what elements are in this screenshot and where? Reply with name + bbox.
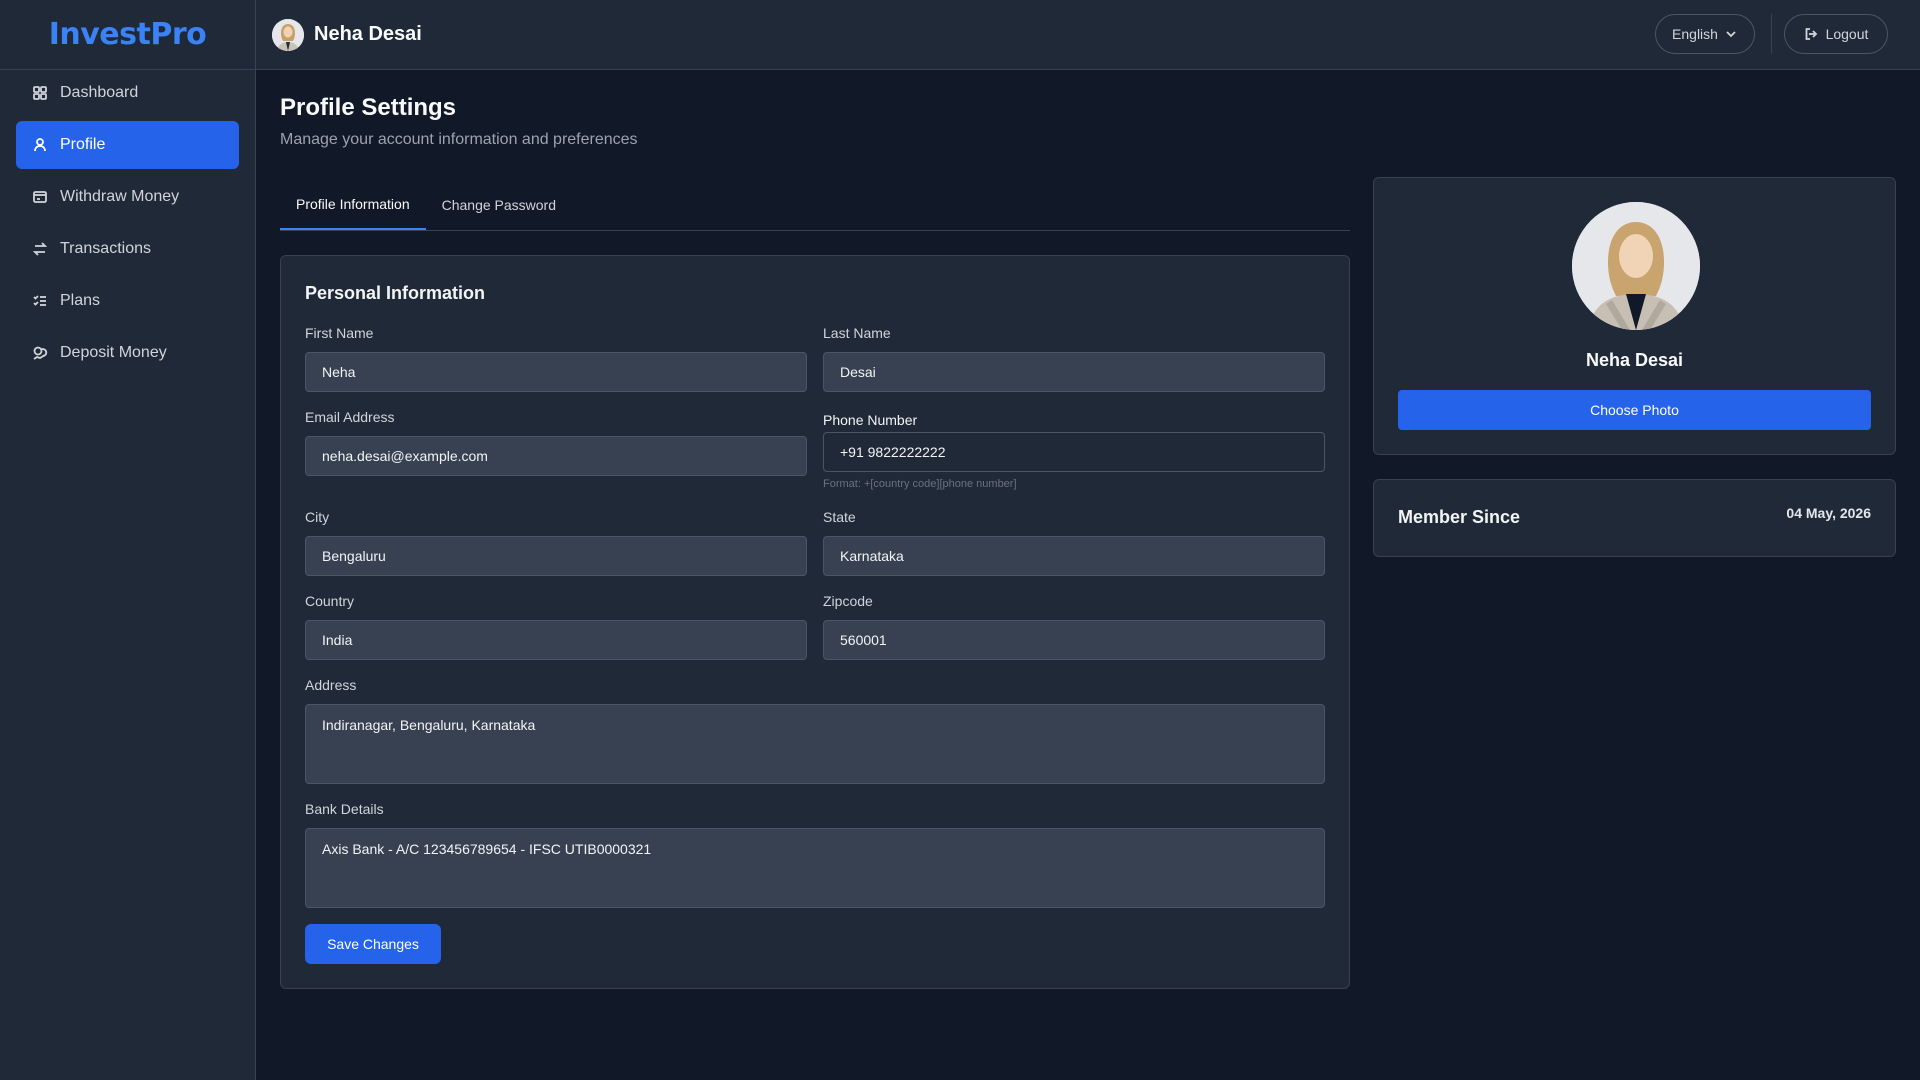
first-name-field[interactable]: Neha — [305, 352, 807, 392]
section-title: Personal Information — [305, 283, 486, 303]
member-since-label: Member Since — [1398, 507, 1521, 527]
brand-logo[interactable]: InvestPro — [49, 17, 207, 52]
page-subtitle: Manage your account information and pref… — [280, 131, 638, 148]
address-textarea[interactable]: Indiranagar, Bengaluru, Karnataka — [305, 704, 1325, 784]
zipcode-field[interactable]: 560001 — [823, 620, 1325, 660]
sidebar-item-withdraw-money[interactable]: Withdraw Money — [16, 173, 239, 221]
last-name-label: Last Name — [823, 325, 891, 341]
choose-photo-button[interactable]: Choose Photo — [1398, 390, 1871, 430]
logout-icon — [1804, 27, 1818, 41]
header-user-name: Neha Desai — [314, 23, 422, 45]
wallet-icon — [32, 189, 48, 205]
country-field[interactable]: India — [305, 620, 807, 660]
grid-icon — [32, 85, 48, 101]
phone-format-hint: Format: +[country code][phone number] — [823, 478, 1017, 490]
tab-change-password[interactable]: Change Password — [426, 180, 572, 230]
top-header: Neha Desai English Logout — [256, 0, 1920, 70]
email-field[interactable]: neha.desai@example.com — [305, 436, 807, 476]
city-label: City — [305, 509, 330, 525]
sidebar-item-label: Dashboard — [60, 84, 139, 101]
last-name-field[interactable]: Desai — [823, 352, 1325, 392]
phone-field[interactable]: +91 9822222222 — [823, 432, 1325, 472]
state-field[interactable]: Karnataka — [823, 536, 1325, 576]
sidebar-item-deposit-money[interactable]: Deposit Money — [16, 329, 239, 377]
arrows-icon — [32, 241, 48, 257]
email-label: Email Address — [305, 409, 395, 425]
sidebar-item-transactions[interactable]: Transactions — [16, 225, 239, 273]
coins-icon — [32, 345, 48, 361]
member-since-date: 04 May, 2026 — [1786, 505, 1871, 521]
list-check-icon — [32, 293, 48, 309]
profile-name: Neha Desai — [1585, 350, 1684, 370]
sidebar-item-label: Transactions — [60, 240, 151, 257]
profile-photo-card: Neha Desai Choose Photo — [1373, 177, 1896, 455]
language-label: English — [1672, 26, 1718, 42]
address-label: Address — [305, 677, 357, 693]
sidebar-item-plans[interactable]: Plans — [16, 277, 239, 325]
sidebar-item-label: Plans — [60, 292, 101, 309]
country-label: Country — [305, 593, 355, 609]
member-since-card: Member Since 04 May, 2026 — [1373, 479, 1896, 557]
zipcode-label: Zipcode — [823, 593, 873, 609]
sidebar-nav: Dashboard Profile Withdraw Money Transac… — [16, 69, 239, 381]
city-field[interactable]: Bengaluru — [305, 536, 807, 576]
language-select[interactable]: English — [1655, 14, 1755, 54]
chevron-down-icon — [1724, 27, 1738, 41]
profile-photo — [1572, 202, 1700, 330]
bank-details-label: Bank Details — [305, 801, 384, 817]
personal-information-card: Personal Information First Name Neha Las… — [280, 255, 1350, 989]
first-name-label: First Name — [305, 325, 374, 341]
logout-button[interactable]: Logout — [1784, 14, 1888, 54]
user-icon — [32, 137, 48, 153]
brand: InvestPro — [0, 0, 255, 70]
sidebar-item-label: Profile — [60, 136, 106, 153]
state-label: State — [823, 509, 856, 525]
header-divider — [1771, 14, 1772, 54]
tab-profile-information[interactable]: Profile Information — [280, 180, 426, 230]
profile-tabs: Profile Information Change Password — [280, 180, 1350, 231]
logout-label: Logout — [1825, 26, 1869, 42]
avatar[interactable] — [272, 18, 304, 51]
sidebar-item-label: Withdraw Money — [60, 188, 180, 205]
save-changes-button[interactable]: Save Changes — [305, 924, 441, 964]
bank-details-textarea[interactable]: Axis Bank - A/C 123456789654 - IFSC UTIB… — [305, 828, 1325, 908]
sidebar-item-profile[interactable]: Profile — [16, 121, 239, 169]
header-actions: English Logout — [1655, 14, 1888, 54]
phone-label: Phone Number — [823, 412, 918, 428]
page-title: Profile Settings — [280, 94, 457, 121]
sidebar-item-label: Deposit Money — [60, 344, 167, 361]
sidebar-item-dashboard[interactable]: Dashboard — [16, 69, 239, 117]
sidebar: InvestPro Dashboard Profile Withdraw Mon… — [0, 0, 256, 1080]
